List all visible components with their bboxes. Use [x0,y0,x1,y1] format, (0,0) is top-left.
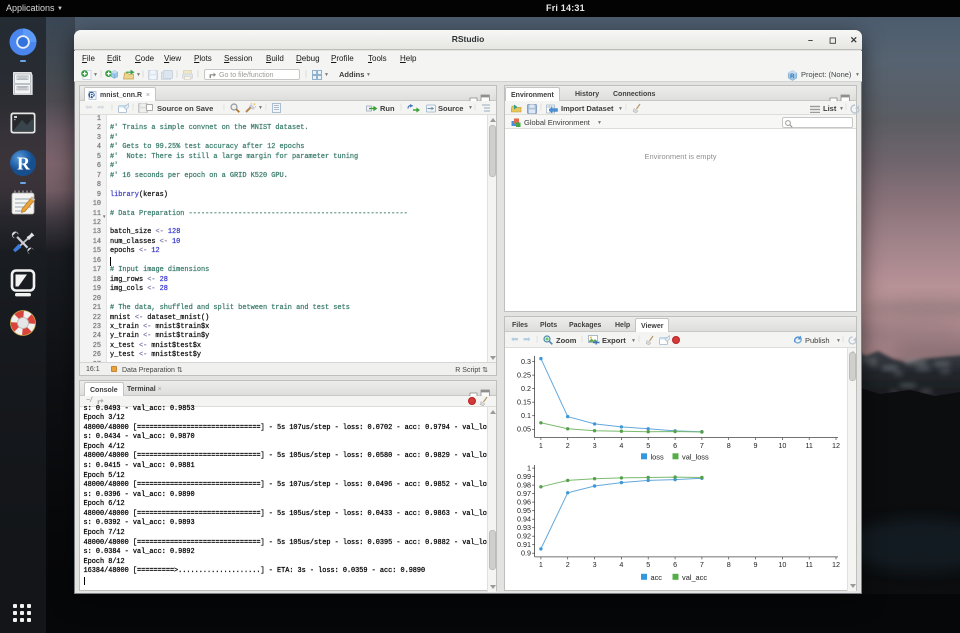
svg-text:6: 6 [673,560,677,569]
svg-text:0.9: 0.9 [521,549,531,558]
svg-text:val_loss: val_loss [682,452,709,461]
svg-text:R: R [17,154,31,174]
svg-text:3: 3 [593,441,597,450]
svg-text:7: 7 [700,560,704,569]
svg-text:10: 10 [778,560,786,569]
svg-text:7: 7 [700,441,704,450]
svg-text:11: 11 [805,441,812,450]
svg-text:8: 8 [727,560,731,569]
svg-text:4: 4 [619,441,623,450]
svg-text:5: 5 [646,441,650,450]
svg-text:acc: acc [651,573,663,582]
svg-text:0.3: 0.3 [521,357,531,366]
svg-text:2: 2 [566,560,570,569]
svg-text:6: 6 [673,441,677,450]
svg-text:R: R [90,93,95,99]
svg-text:10: 10 [778,441,786,450]
svg-text:loss: loss [651,452,664,461]
svg-text:12: 12 [832,441,840,450]
svg-text:9: 9 [754,441,758,450]
svg-text:5: 5 [646,560,650,569]
svg-text:1: 1 [539,441,543,450]
svg-text:0.25: 0.25 [517,371,531,380]
svg-text:8: 8 [727,441,731,450]
svg-text:0.15: 0.15 [517,398,531,407]
svg-text:1: 1 [539,560,543,569]
svg-text:12: 12 [832,560,840,569]
svg-text:4: 4 [619,560,623,569]
svg-text:2: 2 [566,441,570,450]
svg-text:9: 9 [754,560,758,569]
svg-text:val_acc: val_acc [682,573,707,582]
svg-text:0.1: 0.1 [521,411,531,420]
svg-text:3: 3 [593,560,597,569]
svg-text:11: 11 [805,560,812,569]
svg-text:0.2: 0.2 [521,384,531,393]
svg-text:0.05: 0.05 [517,425,531,434]
svg-text:R: R [790,74,795,80]
